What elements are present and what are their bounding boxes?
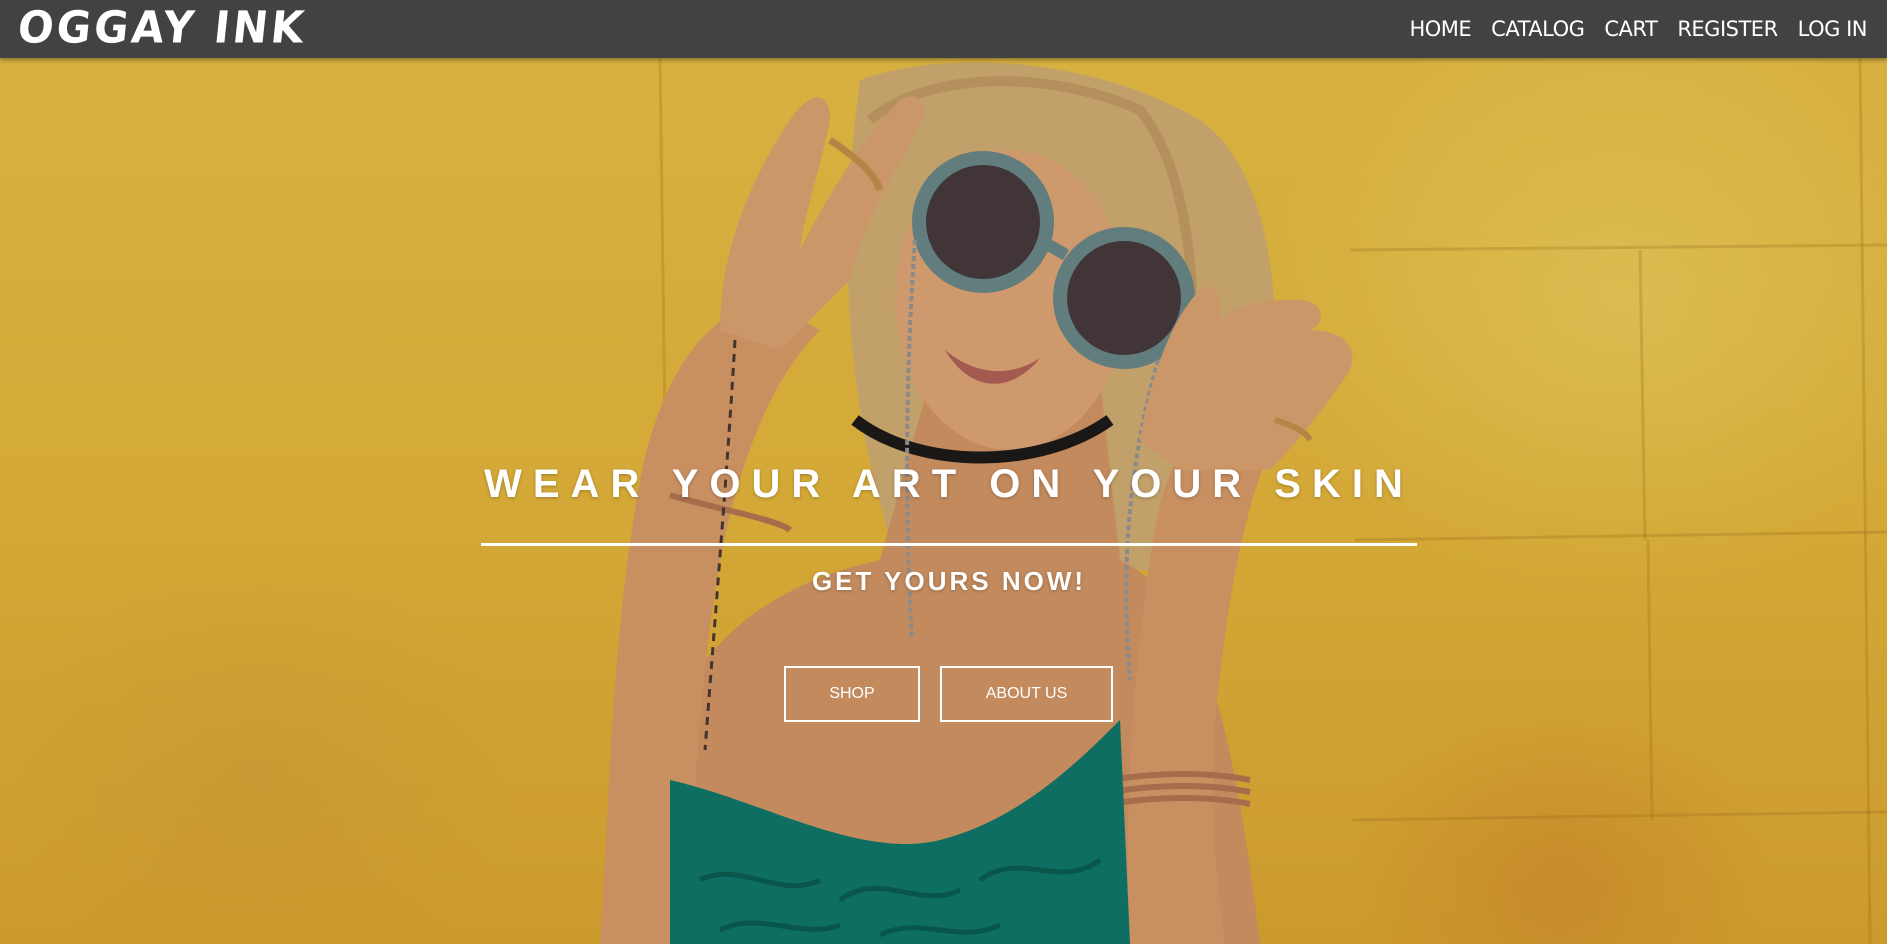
top-navbar: OGGAY INK HOME CATALOG CART REGISTER LOG…: [0, 0, 1887, 58]
nav-link-login[interactable]: LOG IN: [1798, 17, 1868, 41]
nav-link-home[interactable]: HOME: [1409, 17, 1471, 41]
nav-links: HOME CATALOG CART REGISTER LOG IN: [1409, 0, 1867, 58]
hero-headline: WEAR YOUR ART ON YOUR SKIN: [484, 462, 1414, 506]
nav-link-cart[interactable]: CART: [1604, 17, 1657, 41]
page: OGGAY INK HOME CATALOG CART REGISTER LOG…: [0, 0, 1887, 944]
nav-link-catalog[interactable]: CATALOG: [1491, 17, 1585, 41]
shop-button[interactable]: SHOP: [784, 666, 920, 722]
brand-logo[interactable]: OGGAY INK: [15, 1, 309, 56]
hero-divider: [481, 543, 1417, 546]
about-us-button[interactable]: ABOUT US: [940, 666, 1113, 722]
nav-link-register[interactable]: REGISTER: [1677, 17, 1778, 41]
hero-subheadline: GET YOURS NOW!: [811, 566, 1087, 596]
